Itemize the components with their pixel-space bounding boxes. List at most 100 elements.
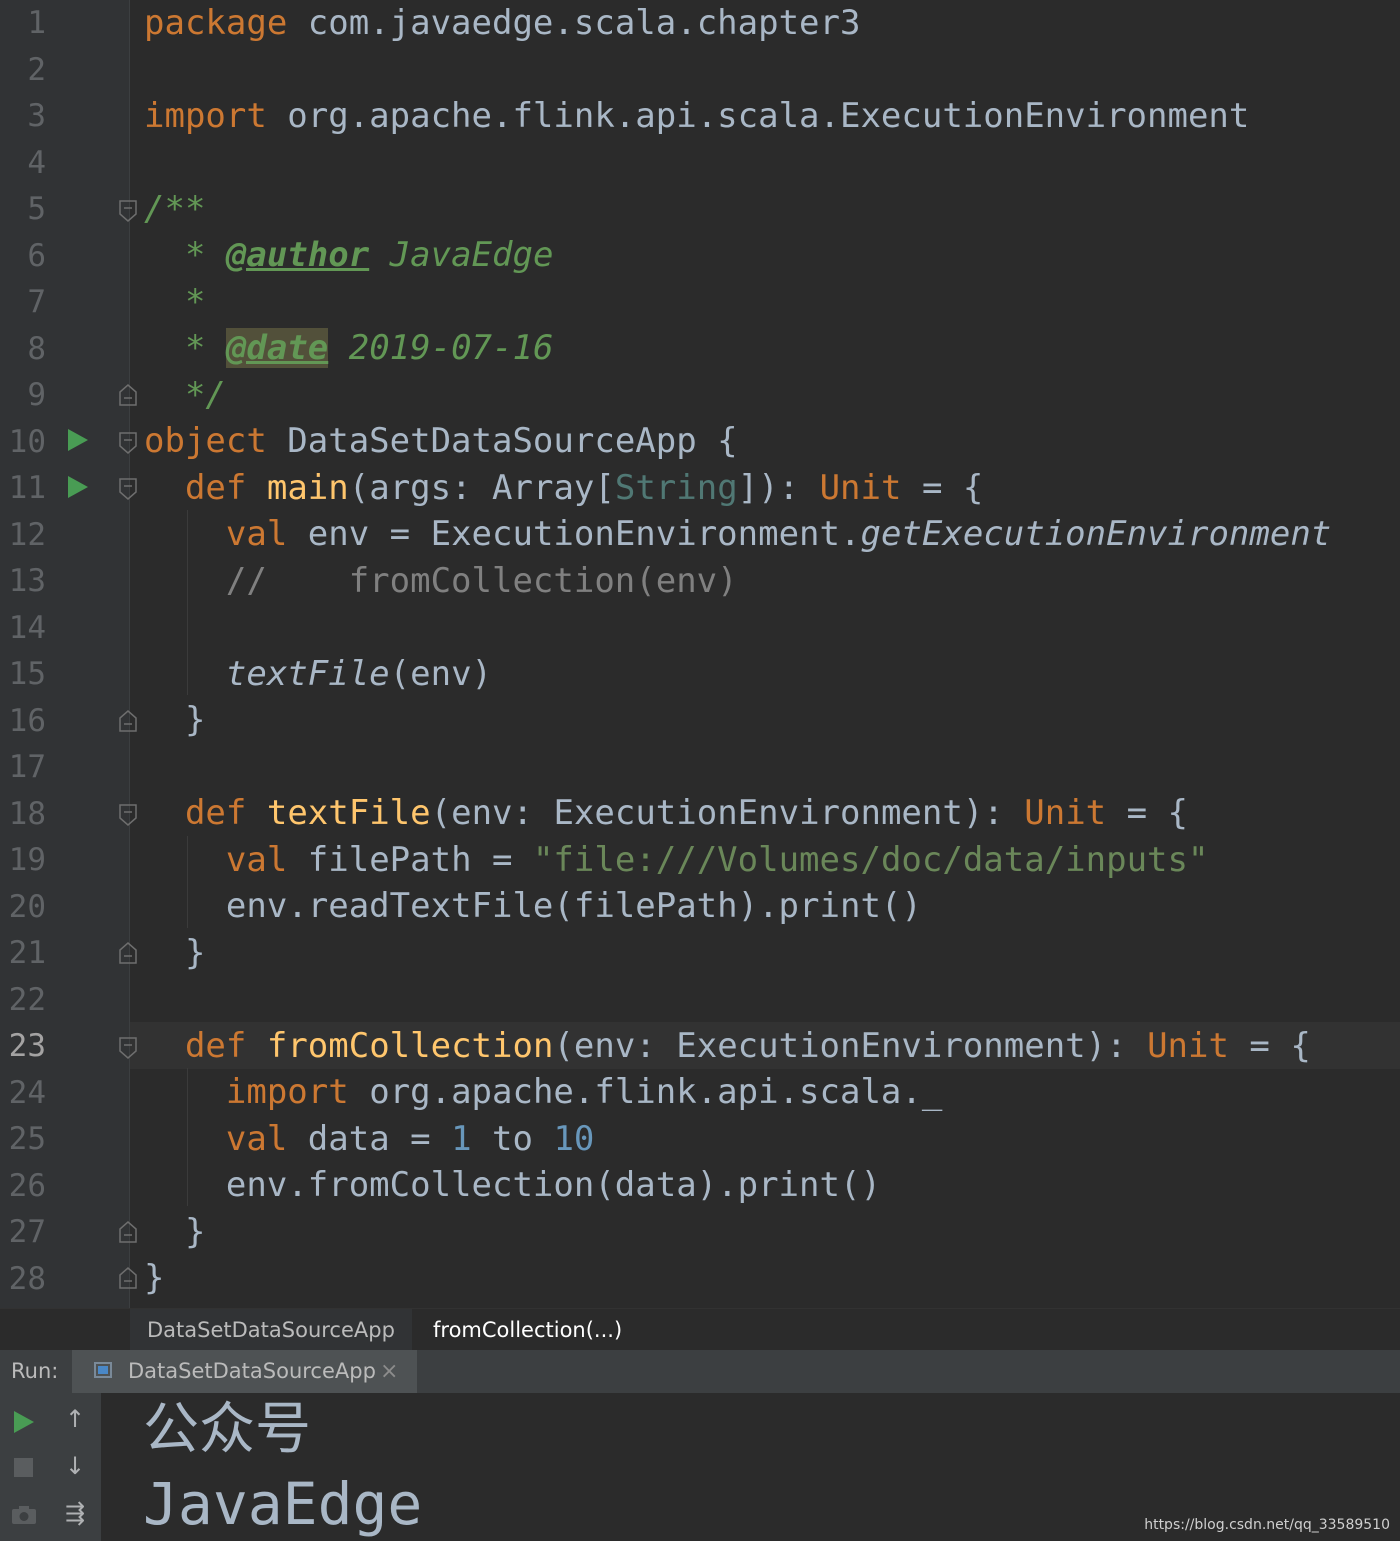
stop-icon[interactable] (14, 1458, 33, 1477)
keyword: object (144, 421, 267, 461)
code-text: org.apache.flink.api.scala._ (348, 1072, 943, 1112)
code-line-27[interactable]: } (144, 1209, 205, 1256)
code-line-5[interactable]: /** (144, 186, 205, 233)
code-text: org.apache.flink.api.scala.ExecutionEnvi… (266, 96, 1250, 136)
code-line-16[interactable]: } (144, 697, 205, 744)
fold-icon[interactable] (119, 478, 137, 500)
run-tab-label: DataSetDataSourceApp (128, 1359, 376, 1383)
camera-icon[interactable] (11, 1505, 37, 1525)
line-number: 3 (27, 98, 46, 134)
line-number: 11 (8, 470, 46, 506)
fold-end-icon[interactable] (119, 942, 137, 964)
fold-icon[interactable] (119, 1037, 137, 1059)
code-line-3[interactable]: import org.apache.flink.api.scala.Execut… (144, 93, 1249, 140)
console-icon (94, 1362, 112, 1378)
code-line-7[interactable]: * (144, 279, 205, 326)
code-line-12[interactable]: val env = ExecutionEnvironment.getExecut… (144, 511, 1331, 558)
type-keyword: Unit (1024, 793, 1107, 833)
code-text: = { (901, 468, 984, 508)
run-console[interactable]: ↑ ↓ ⇶ 公众号 JavaEdge https://blog.csdn.net… (0, 1393, 1400, 1541)
code-text: env = ExecutionEnvironment. (287, 514, 861, 554)
line-number: 22 (8, 981, 46, 1018)
watermark-url: https://blog.csdn.net/qq_33589510 (1144, 1517, 1390, 1533)
keyword: import (144, 96, 267, 136)
code-line-21[interactable]: } (144, 930, 205, 977)
code-text: (env) (389, 654, 493, 694)
string-literal: "file:///Volumes/doc/data/inputs" (532, 840, 1209, 880)
fold-end-icon[interactable] (119, 384, 137, 406)
code-line-24[interactable]: import org.apache.flink.api.scala._ (144, 1069, 942, 1116)
close-icon[interactable]: × (380, 1350, 398, 1393)
line-number: 17 (8, 749, 46, 785)
scroll-down-icon[interactable]: ↓ (61, 1452, 89, 1480)
code-line-15[interactable]: textFile(env) (144, 651, 492, 698)
doc-text: 2019-07-16 (328, 328, 554, 368)
code-line-10[interactable]: object DataSetDataSourceApp { (144, 418, 738, 465)
code-text: filePath = (287, 840, 533, 880)
run-tab[interactable]: DataSetDataSourceApp × (72, 1350, 417, 1393)
code-line-9[interactable]: */ (144, 372, 226, 419)
code-line-20[interactable]: env.readTextFile(filePath).print() (144, 883, 922, 930)
fold-icon[interactable] (119, 804, 137, 826)
code-line-19[interactable]: val filePath = "file:///Volumes/doc/data… (144, 837, 1209, 884)
code-line-23[interactable]: def fromCollection(env: ExecutionEnviron… (144, 1023, 1311, 1070)
rerun-icon[interactable] (14, 1411, 34, 1433)
code-editor[interactable]: 1 2 3 4 5 6 7 8 9 10 11 12 13 14 15 16 17 18 19 20 21 22 23 24 2… (0, 0, 1400, 1308)
console-output-line: 公众号 (143, 1397, 311, 1462)
line-number: 28 (8, 1260, 46, 1297)
doc-star: * (144, 235, 226, 275)
keyword: val (225, 1119, 288, 1159)
doc-tag-date: @date (225, 328, 329, 368)
fold-icon[interactable] (119, 200, 137, 222)
breadcrumb-item-method[interactable]: fromCollection(...) (433, 1309, 622, 1351)
code-line-26[interactable]: env.fromCollection(data).print() (144, 1162, 881, 1209)
code-line-28[interactable]: } (144, 1255, 164, 1302)
code-text: to (471, 1119, 554, 1159)
method-call: getExecutionEnvironment (860, 514, 1332, 554)
run-tool-window-header: Run: DataSetDataSourceApp × (0, 1350, 1400, 1393)
fold-end-icon[interactable] (119, 1221, 137, 1243)
breadcrumb-item-class[interactable]: DataSetDataSourceApp (130, 1309, 412, 1351)
code-text: DataSetDataSourceApp { (266, 421, 738, 461)
code-line-1[interactable]: package com.javaedge.scala.chapter3 (144, 0, 860, 47)
run-main-icon[interactable] (68, 476, 88, 498)
line-number: 6 (27, 237, 46, 274)
code-line-25[interactable]: val data = 1 to 10 (144, 1116, 595, 1163)
code-text: (args: Array[ (348, 468, 615, 508)
line-number: 8 (27, 330, 46, 367)
keyword: def (184, 793, 247, 833)
code-line-18[interactable]: def textFile(env: ExecutionEnvironment):… (144, 790, 1188, 837)
run-object-icon[interactable] (68, 429, 88, 451)
line-number: 19 (8, 842, 46, 878)
fold-end-icon[interactable] (119, 1267, 137, 1289)
soft-wrap-icon[interactable]: ⇶ (61, 1499, 89, 1527)
method-call: textFile (225, 654, 390, 694)
code-text: ]): (737, 468, 820, 508)
scroll-up-icon[interactable]: ↑ (61, 1405, 89, 1433)
line-gutter: 1 2 3 4 5 6 7 8 9 10 11 12 13 14 15 16 17 18 19 20 21 22 23 24 2… (0, 0, 130, 1308)
fold-icon[interactable] (119, 432, 137, 454)
code-line-6[interactable]: * @author JavaEdge (144, 232, 553, 279)
code-text: } (144, 933, 206, 973)
code-text: env.fromCollection(data).print() (144, 1165, 881, 1205)
keyword: val (225, 514, 288, 554)
fold-end-icon[interactable] (119, 710, 137, 732)
code-line-11[interactable]: def main(args: Array[String]): Unit = { (144, 465, 983, 512)
doc-tag-author: @author (225, 235, 370, 275)
code-text: (env: ExecutionEnvironment): (553, 1026, 1148, 1066)
code-line-13[interactable]: // fromCollection(env) (144, 558, 738, 605)
line-number: 25 (8, 1121, 46, 1157)
code-line-8[interactable]: * @date 2019-07-16 (144, 325, 553, 372)
line-number: 27 (8, 1214, 46, 1250)
line-number: 4 (27, 144, 46, 181)
line-number: 24 (8, 1074, 46, 1111)
console-output-line: JavaEdge (143, 1470, 423, 1538)
code-text: = { (1106, 793, 1189, 833)
code-text: env.readTextFile(filePath).print() (144, 886, 922, 926)
